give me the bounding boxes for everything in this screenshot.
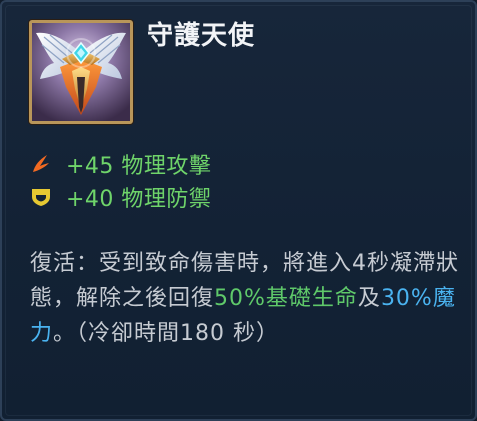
description-cooldown: 。（冷卻時間180 秒） [53, 321, 280, 346]
item-description: 復活：受到致命傷害時，將進入4秒凝滯狀態，解除之後回復50%基礎生命及30%魔力… [30, 246, 460, 351]
item-name: 守護天使 [147, 21, 256, 51]
description-hp-restore: 50%基礎生命 [214, 286, 358, 311]
stat-row-physical-attack: +45 物理攻擊 [30, 147, 211, 181]
physical-attack-icon [30, 153, 52, 175]
stat-physical-defense: +40 物理防禦 [66, 187, 212, 212]
physical-defense-icon [30, 186, 52, 208]
stat-physical-attack: +45 物理攻擊 [66, 154, 212, 179]
stat-row-physical-defense: +40 物理防禦 [30, 180, 211, 214]
guardian-angel-icon [29, 20, 133, 124]
item-tooltip: 守護天使 +45 物理攻擊 +40 物理防禦 復活：受到致命傷害時，將進入4秒凝… [0, 0, 477, 421]
description-conjunction: 及 [357, 286, 381, 311]
